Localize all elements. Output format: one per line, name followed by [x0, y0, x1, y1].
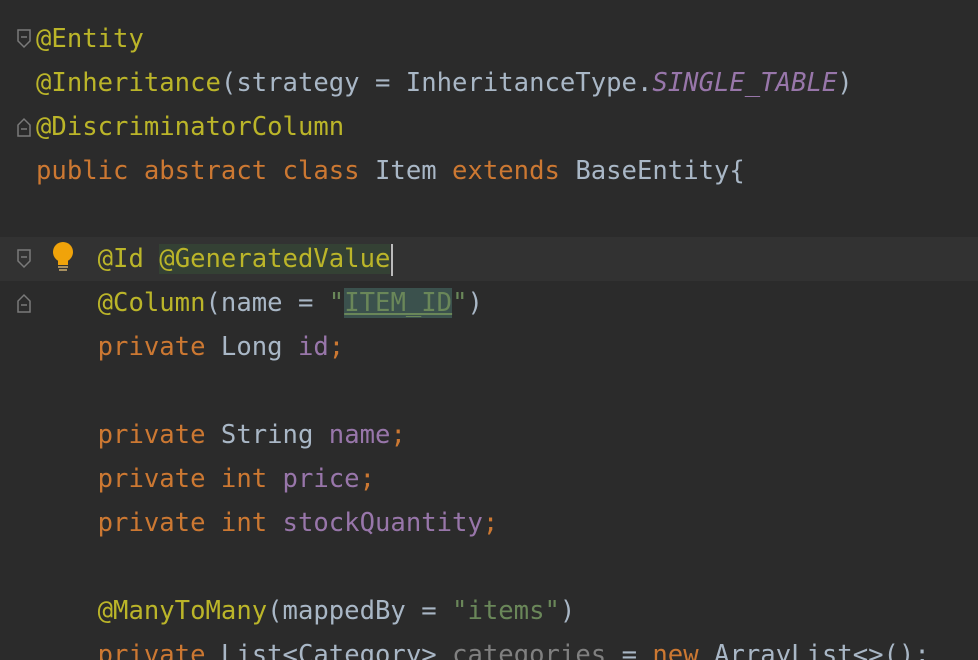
code-token: public abstract class	[36, 156, 375, 186]
code-token: ;	[482, 508, 499, 538]
fold-marker-icon[interactable]	[16, 293, 32, 313]
code-line[interactable]: private int price;	[0, 457, 978, 501]
code-token: Long	[220, 332, 298, 362]
code-line-text: private int price;	[36, 457, 375, 501]
code-token: (strategy = InheritanceType.	[220, 68, 653, 98]
code-token: @ManyToMany	[97, 596, 268, 626]
code-line[interactable]: @Inheritance(strategy = InheritanceType.…	[0, 61, 978, 105]
code-line-text: @Id @GeneratedValue	[36, 237, 394, 281]
code-token: @DiscriminatorColumn	[36, 112, 345, 142]
code-line[interactable]: @Entity	[0, 17, 978, 61]
code-token: SINGLE_TABLE	[652, 68, 838, 98]
code-token: private int	[97, 508, 283, 538]
code-token: @GeneratedValue	[159, 244, 391, 274]
code-line-text: public abstract class Item extends BaseE…	[36, 149, 745, 193]
code-line-text: private String name;	[36, 413, 406, 457]
code-token: (mappedBy =	[267, 596, 453, 626]
code-token: List<Category>	[220, 640, 453, 660]
code-token: "	[452, 288, 468, 318]
code-token: (name =	[205, 288, 329, 318]
code-line[interactable]: private Long id;	[0, 325, 978, 369]
code-line[interactable]: private String name;	[0, 413, 978, 457]
code-line[interactable]	[0, 545, 978, 589]
code-token: Item	[375, 156, 453, 186]
code-token: new	[652, 640, 715, 660]
text-caret	[391, 244, 394, 276]
code-line-text: private int stockQuantity;	[36, 501, 499, 545]
code-token: private	[97, 640, 221, 660]
fold-marker-icon[interactable]	[16, 249, 32, 269]
code-token: ;	[359, 464, 376, 494]
code-token: "	[328, 288, 345, 318]
code-token: )	[467, 288, 483, 318]
code-line[interactable]: @DiscriminatorColumn	[0, 105, 978, 149]
code-token: =	[621, 640, 653, 660]
code-line-text: @ManyToMany(mappedBy = "items")	[36, 589, 576, 633]
code-line-text: @Column(name = "ITEM_ID")	[36, 281, 483, 325]
code-line[interactable]: public abstract class Item extends BaseE…	[0, 149, 978, 193]
lightbulb-icon[interactable]	[50, 241, 76, 273]
code-token: stockQuantity	[282, 508, 483, 538]
code-token: )	[559, 596, 576, 626]
code-token: ArrayList<>();	[714, 640, 930, 660]
code-token: @Column	[97, 288, 206, 318]
code-token: ;	[390, 420, 406, 450]
code-token: @Entity	[36, 24, 144, 54]
code-line[interactable]	[0, 193, 978, 237]
code-line-text: private Long id;	[36, 325, 345, 369]
code-line[interactable]: private List<Category> categories = new …	[0, 633, 978, 660]
code-line[interactable]: @ManyToMany(mappedBy = "items")	[0, 589, 978, 633]
code-line-text: @Entity	[36, 17, 144, 61]
code-token: extends	[452, 156, 576, 186]
code-token: private	[97, 332, 221, 362]
code-token: @Inheritance	[36, 68, 221, 98]
code-token: )	[837, 68, 853, 98]
code-token: BaseEntity{	[575, 156, 745, 186]
code-token: price	[282, 464, 360, 494]
code-line-text: @Inheritance(strategy = InheritanceType.…	[36, 61, 853, 105]
code-token: id	[297, 332, 329, 362]
code-token: private int	[97, 464, 283, 494]
code-line-text: @DiscriminatorColumn	[36, 105, 344, 149]
code-line[interactable]: private int stockQuantity;	[0, 501, 978, 545]
code-line-text: private List<Category> categories = new …	[36, 633, 930, 660]
code-line[interactable]: @Column(name = "ITEM_ID")	[0, 281, 978, 325]
code-token: categories	[452, 640, 622, 660]
code-token: ;	[328, 332, 345, 362]
fold-marker-icon[interactable]	[16, 29, 32, 49]
code-line[interactable]	[0, 369, 978, 413]
code-token: String	[220, 420, 329, 450]
code-line[interactable]: @Id @GeneratedValue	[0, 237, 978, 281]
code-token: "items"	[452, 596, 560, 626]
fold-marker-icon[interactable]	[16, 117, 32, 137]
code-token: ITEM_ID	[344, 288, 453, 318]
code-token: private	[97, 420, 221, 450]
code-token: name	[328, 420, 391, 450]
code-token: @Id	[97, 244, 160, 274]
